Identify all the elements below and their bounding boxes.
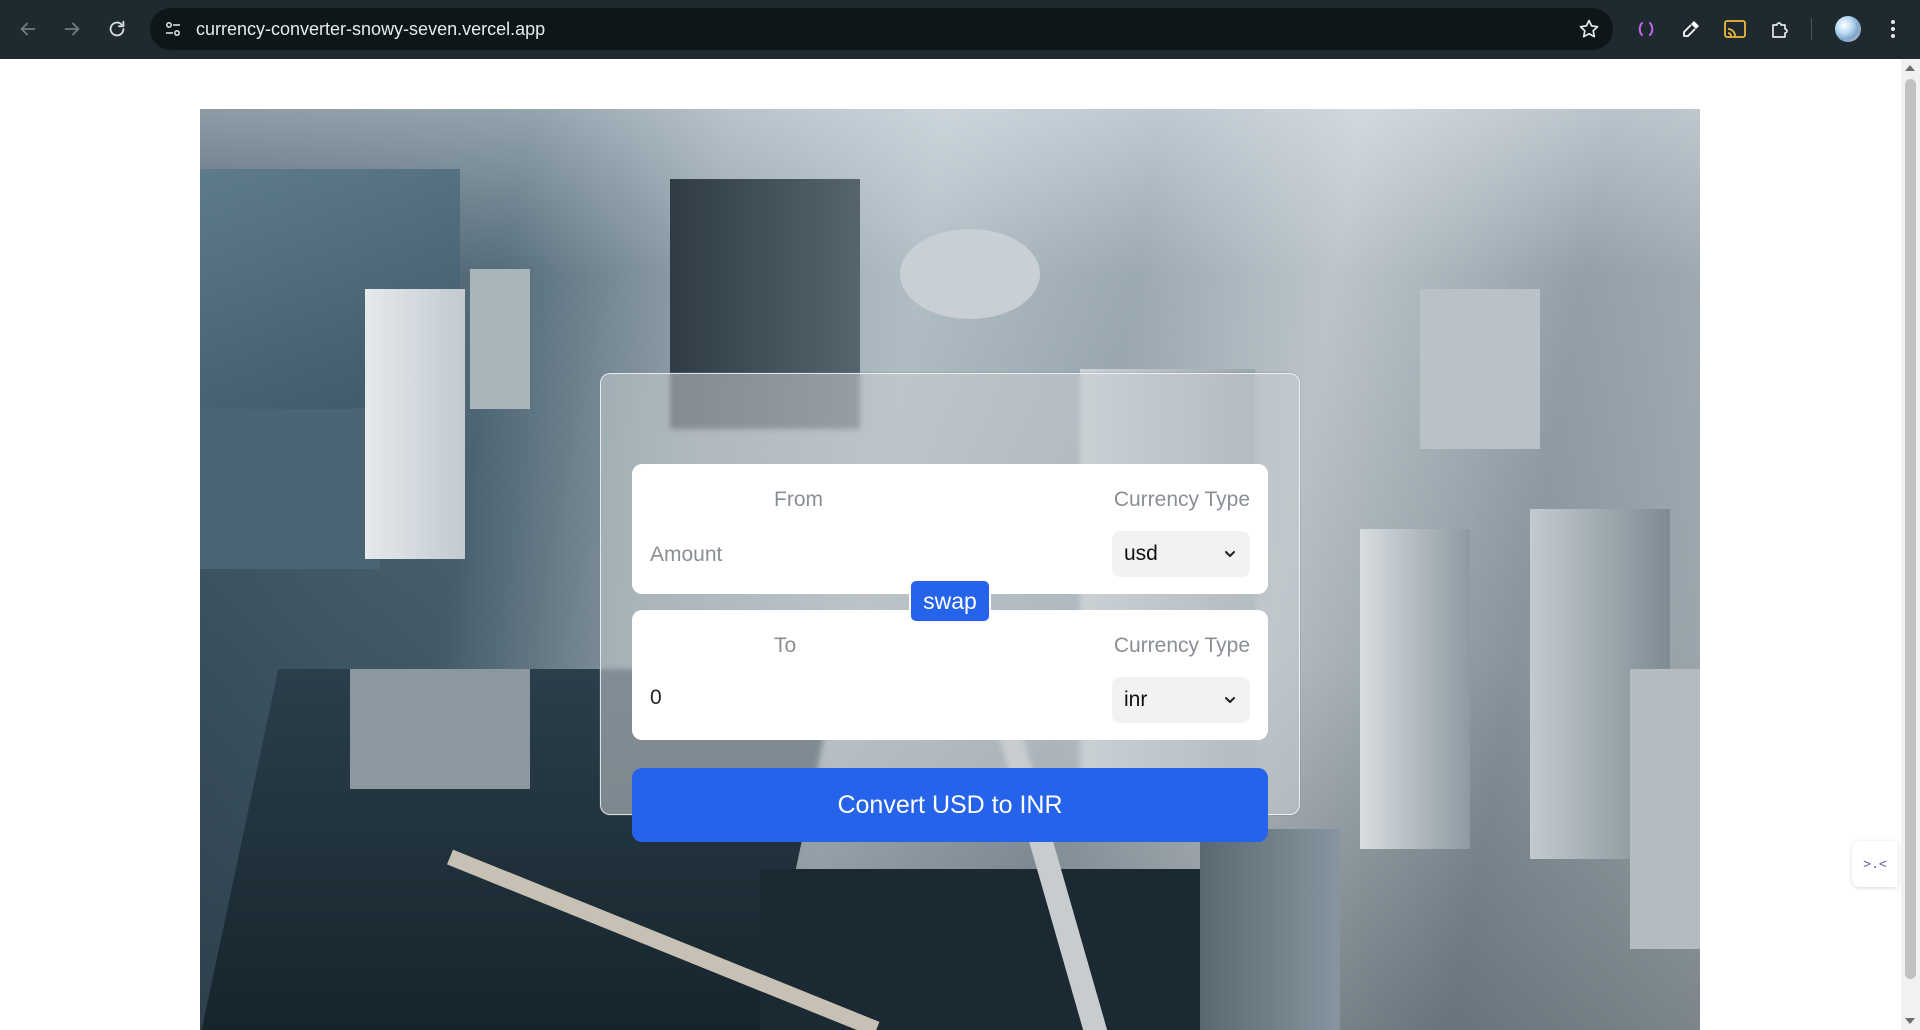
converted-amount-field[interactable]: 0 (650, 686, 662, 710)
chevron-down-icon (1225, 697, 1235, 703)
back-arrow-icon (20, 22, 36, 36)
side-extension-widget[interactable]: >.< (1852, 841, 1898, 887)
toolbar-divider (1811, 18, 1812, 40)
eyedropper-icon[interactable] (1677, 15, 1705, 43)
swap-button[interactable]: swap (909, 579, 991, 623)
profile-avatar[interactable] (1835, 16, 1861, 42)
to-currency-type-label: Currency Type (1113, 634, 1250, 657)
reload-icon (109, 20, 125, 37)
chevron-down-icon (1225, 551, 1235, 557)
from-currency-type-label: Currency Type (1113, 488, 1250, 511)
address-bar[interactable]: currency-converter-snowy-seven.vercel.ap… (150, 8, 1613, 50)
puzzle-icon[interactable] (1766, 15, 1794, 43)
scroll-down-arrow-icon[interactable] (1905, 1018, 1915, 1024)
browser-toolbar: currency-converter-snowy-seven.vercel.ap… (0, 0, 1920, 59)
code-icon: >.< (1863, 856, 1887, 872)
page-scrollbar[interactable] (1901, 59, 1920, 1030)
url-text: currency-converter-snowy-seven.vercel.ap… (196, 19, 546, 39)
forward-arrow-icon (64, 22, 80, 36)
convert-button[interactable]: Convert USD to INR (632, 768, 1268, 842)
to-label: To (774, 634, 797, 657)
scroll-up-arrow-icon[interactable] (1905, 65, 1915, 71)
cast-icon[interactable] (1721, 15, 1749, 43)
page-viewport: From Currency Type usd To Currency Type … (0, 59, 1920, 1030)
reload-button[interactable] (102, 14, 132, 44)
to-currency-select[interactable]: inr (1112, 677, 1250, 723)
amount-input[interactable] (650, 540, 1070, 570)
back-button[interactable] (13, 14, 43, 44)
forward-button[interactable] (57, 14, 87, 44)
from-currency-value: usd (1124, 542, 1158, 565)
from-currency-select[interactable]: usd (1112, 531, 1250, 577)
to-section: To Currency Type 0 inr (632, 610, 1268, 740)
site-info-icon[interactable] (160, 16, 186, 42)
to-currency-value: inr (1124, 688, 1148, 711)
bracket-extension-icon[interactable] (1632, 15, 1660, 43)
scroll-thumb[interactable] (1905, 79, 1916, 979)
from-section: From Currency Type usd (632, 464, 1268, 594)
kebab-menu-icon[interactable] (1879, 15, 1907, 43)
from-label: From (774, 488, 823, 511)
star-icon[interactable] (1577, 17, 1601, 41)
